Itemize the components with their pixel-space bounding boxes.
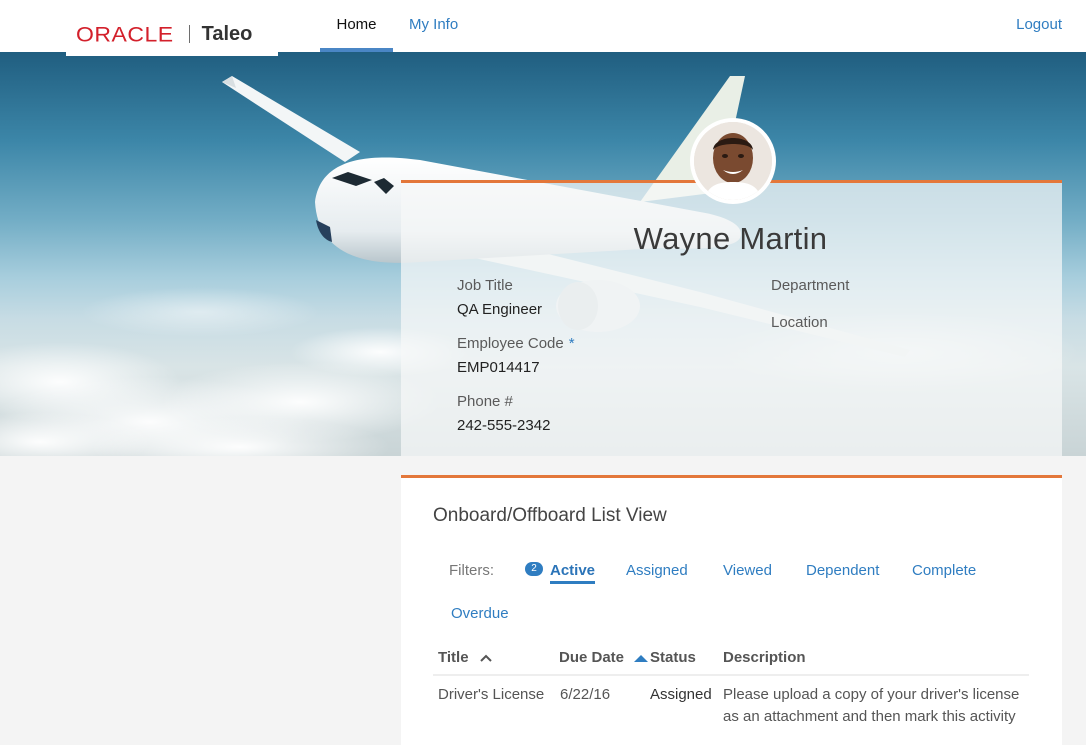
profile-card: Wayne Martin Job Title QA Engineer Emplo… (401, 180, 1062, 456)
nav-my-info[interactable]: My Info (393, 0, 474, 52)
location-label: Location (771, 314, 828, 331)
job-title-label: Job Title (457, 277, 513, 294)
phone-value: 242-555-2342 (457, 417, 551, 434)
row-status: Assigned (650, 686, 712, 703)
onboard-offboard-panel: Onboard/Offboard List View Filters: 2 Ac… (401, 475, 1062, 745)
avatar-photo (694, 122, 772, 200)
filter-overdue[interactable]: Overdue (451, 605, 509, 622)
filter-viewed[interactable]: Viewed (723, 562, 772, 579)
column-header-title[interactable]: Title (438, 649, 493, 666)
column-header-status[interactable]: Status (650, 649, 696, 666)
filters-label: Filters: (449, 562, 494, 579)
row-description: Please upload a copy of your driver's li… (723, 686, 1020, 725)
filter-dependent[interactable]: Dependent (806, 562, 879, 579)
row-title[interactable]: Driver's License (438, 684, 544, 706)
active-underline (550, 581, 596, 584)
person-icon (694, 122, 772, 200)
employee-code-label: Employee Code * (457, 335, 575, 352)
active-count-badge: 2 (525, 562, 543, 576)
job-title-value: QA Engineer (457, 301, 543, 318)
department-label: Department (771, 277, 850, 294)
logout-link[interactable]: Logout (1016, 0, 1062, 50)
table-header-divider (433, 674, 1029, 676)
taleo-wordmark: Taleo (201, 22, 253, 45)
nav-home[interactable]: Home (320, 0, 393, 52)
chevron-up-icon (480, 654, 492, 662)
row-due-date: 6/22/16 (560, 686, 611, 703)
oracle-wordmark: ORACLE (76, 21, 174, 46)
panel-title: Onboard/Offboard List View (433, 505, 667, 526)
employee-code-value: EMP014417 (457, 359, 540, 376)
required-indicator: * (568, 335, 575, 352)
oracle-taleo-logo: ORACLE Taleo (66, 0, 278, 56)
phone-label: Phone # (457, 393, 513, 410)
column-header-description[interactable]: Description (723, 649, 806, 666)
column-header-due-date[interactable]: Due Date (559, 649, 649, 666)
employee-name: Wayne Martin (633, 221, 828, 256)
logo-divider (188, 25, 190, 43)
main-nav: Home My Info (320, 0, 474, 52)
filter-assigned[interactable]: Assigned (626, 562, 688, 579)
filter-complete[interactable]: Complete (912, 562, 976, 579)
filter-active[interactable]: Active (550, 562, 596, 584)
triangle-up-icon (634, 655, 649, 663)
avatar[interactable] (690, 118, 776, 204)
